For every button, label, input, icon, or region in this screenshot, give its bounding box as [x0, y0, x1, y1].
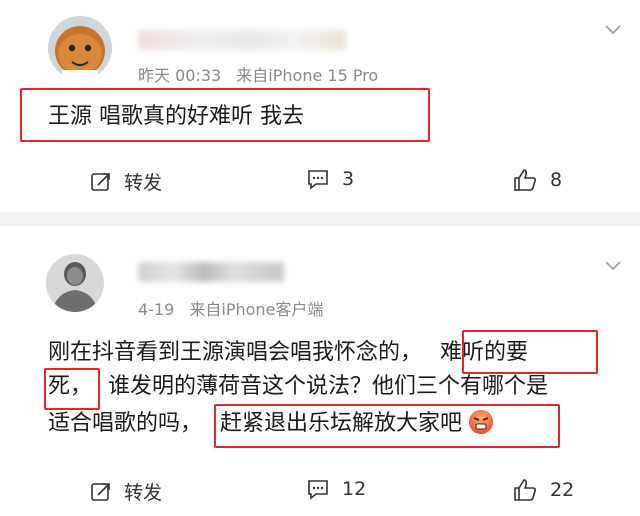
action-bar: 转发 3 8 [0, 160, 640, 200]
avatar[interactable] [48, 16, 112, 80]
avatar[interactable] [46, 254, 104, 312]
forward-button[interactable]: 转发 [90, 168, 162, 195]
comment-card-2: 4-19 来自iPhone客户端 刚在抖音看到王源演唱会唱我怀念的， 难听的要 死… [0, 226, 640, 516]
highlight-box [462, 330, 598, 374]
comment-text-line-1: 刚在抖音看到王源演唱会唱我怀念的， 难听的要 [48, 340, 529, 365]
like-button[interactable]: 8 [512, 168, 562, 192]
forward-icon [91, 482, 110, 501]
blurred-username[interactable] [138, 262, 284, 282]
comment-text-line-2: 死， 谁发明的薄荷音这个说法？他们三个有哪个是 [48, 374, 549, 399]
post-source: 来自iPhone 15 Pro [236, 66, 379, 85]
forward-label: 转发 [124, 172, 163, 194]
post-time: 4-19 [138, 300, 175, 319]
comment-icon [308, 480, 328, 500]
blurred-username[interactable] [138, 30, 346, 50]
highlight-box [44, 368, 100, 410]
card-divider [0, 212, 640, 226]
post-time: 昨天 00:33 [138, 66, 222, 85]
comment-count: 12 [342, 478, 367, 500]
thumbs-up-icon [514, 479, 537, 501]
like-button[interactable]: 22 [512, 478, 574, 502]
comment-button[interactable]: 12 [306, 478, 366, 500]
comment-button[interactable]: 3 [306, 168, 354, 190]
action-bar: 转发 12 22 [0, 470, 640, 510]
comment-card-1: 昨天 00:33 来自iPhone 15 Pro 王源 唱歌真的好难听 我去 转… [0, 0, 640, 212]
comment-count: 3 [342, 168, 355, 190]
like-count: 22 [550, 479, 575, 501]
like-count: 8 [550, 169, 563, 191]
chevron-down-icon[interactable] [604, 24, 622, 36]
post-meta: 昨天 00:33 来自iPhone 15 Pro [138, 62, 388, 86]
comment-icon [308, 170, 328, 190]
post-source: 来自iPhone客户端 [189, 300, 324, 319]
forward-label: 转发 [124, 482, 163, 504]
highlight-box [20, 88, 430, 142]
post-meta: 4-19 来自iPhone客户端 [138, 296, 333, 320]
forward-button[interactable]: 转发 [90, 478, 162, 505]
forward-icon [91, 172, 110, 191]
chevron-down-icon[interactable] [604, 260, 622, 272]
highlight-box [214, 404, 560, 448]
thumbs-up-icon [514, 169, 537, 191]
